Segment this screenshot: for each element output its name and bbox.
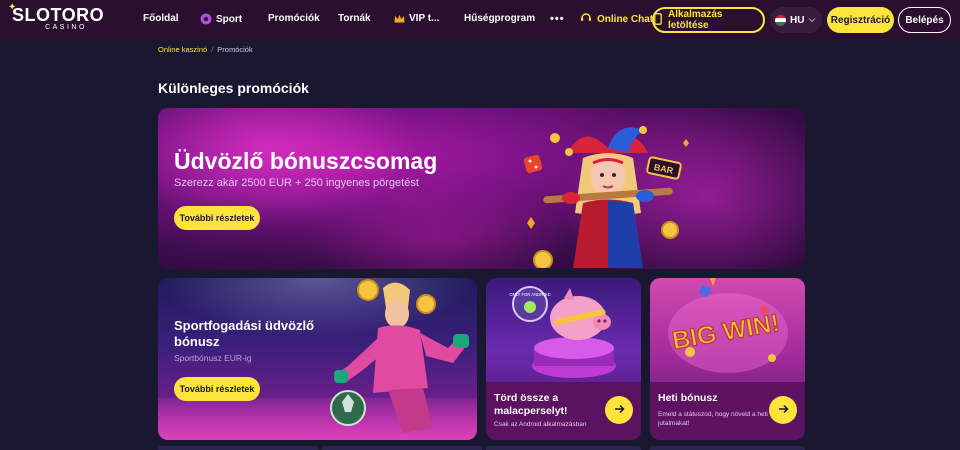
phone-icon xyxy=(654,12,662,28)
welcome-bonus-banner[interactable]: Üdvözlő bónuszcsomag Szerezz akár 2500 E… xyxy=(158,108,805,269)
online-chat-button[interactable]: Online Chat xyxy=(580,12,653,27)
sports-details-button[interactable]: További részletek xyxy=(174,377,260,401)
breadcrumb-separator: / xyxy=(211,45,214,54)
chevron-down-icon xyxy=(808,15,816,26)
next-card-edge xyxy=(650,446,805,450)
chat-icon xyxy=(580,12,592,27)
piggy-card-title: Törd össze a malacperselyt! xyxy=(494,392,568,417)
card-info-panel: Törd össze a malacperselyt! Csak az Andr… xyxy=(486,382,641,440)
hungary-flag-icon xyxy=(775,14,786,26)
logo-text: SLOTORO xyxy=(12,5,105,25)
more-menu-button[interactable]: ••• xyxy=(550,13,565,25)
weekly-card-subtitle: Emeld a státuszod, hogy növeld a heti ju… xyxy=(658,411,768,427)
nav-item-label: Hűségprogram xyxy=(464,13,536,24)
goalkeeper-illustration xyxy=(330,279,469,433)
sports-bonus-card[interactable]: Sportfogadási üdvözlő bónusz Sportbónusz… xyxy=(158,278,477,440)
banner-subtitle: Szerezz akár 2500 EUR + 250 ingyenes pör… xyxy=(174,177,419,189)
slotoro-logo[interactable]: ✦ SLOTORO CASINO xyxy=(8,2,105,34)
page-title: Különleges promóciók xyxy=(158,80,309,96)
piggy-bank-illustration: ONLY FOR ANDROID xyxy=(509,286,616,378)
sports-bonus-title: Sportfogadási üdvözlő bónusz xyxy=(174,318,315,349)
jester-girl-illustration: BAR xyxy=(523,126,689,268)
only-for-android-badge-text: ONLY FOR ANDROID xyxy=(509,292,550,297)
banner-details-button[interactable]: További részletek xyxy=(174,206,260,230)
nav-item-home[interactable]: Főoldal xyxy=(143,13,179,24)
login-button[interactable]: Belépés xyxy=(898,7,951,33)
crown-icon xyxy=(394,14,405,24)
sports-bonus-subtitle: Sportbónusz EUR-ig xyxy=(174,353,252,363)
download-app-label: Alkalmazás letöltése xyxy=(668,9,723,31)
breadcrumb: Online kaszinó / Promóciók xyxy=(158,45,253,54)
nav-item-label: Sport xyxy=(216,13,243,25)
soccer-ball-icon xyxy=(200,13,212,25)
big-win-illustration: BIG WIN! xyxy=(668,278,788,373)
nav-item-label: Főoldal xyxy=(143,13,179,24)
next-card-edge xyxy=(486,446,641,450)
nav-item-sport[interactable]: Sport xyxy=(200,13,242,25)
nav-item-loyalty[interactable]: Hűségprogram xyxy=(464,13,535,24)
banner-title: Üdvözlő bónuszcsomag xyxy=(174,148,438,174)
language-label: HU xyxy=(790,14,805,26)
weekly-card-arrow-button[interactable] xyxy=(769,396,797,424)
download-app-button[interactable]: Alkalmazás letöltése xyxy=(652,7,765,33)
weekly-bonus-card[interactable]: BIG WIN! Heti bónusz Emeld a státuszod, … xyxy=(650,278,805,440)
piggy-card-subtitle: Csak az Android alkalmazásban xyxy=(494,421,587,428)
card-info-panel: Heti bónusz Emeld a státuszod, hogy növe… xyxy=(650,382,805,440)
piggy-bank-card[interactable]: ONLY FOR ANDROID Törd össze a malacperse… xyxy=(486,278,641,440)
piggy-card-arrow-button[interactable] xyxy=(605,396,633,424)
arrow-right-icon xyxy=(614,401,625,419)
nav-item-label: Tornák xyxy=(338,13,371,24)
arrow-right-icon xyxy=(778,401,789,419)
language-selector[interactable]: HU xyxy=(770,7,822,33)
nav-item-tournaments[interactable]: Tornák xyxy=(338,13,371,24)
next-card-edge xyxy=(322,446,482,450)
nav-item-vip[interactable]: VIP t... xyxy=(394,13,439,24)
nav-item-promotions[interactable]: Promóciók xyxy=(268,13,320,24)
chat-label: Online Chat xyxy=(597,14,654,25)
breadcrumb-current: Promóciók xyxy=(217,45,253,54)
sparkle-icon: ✦ xyxy=(8,2,17,13)
weekly-card-title: Heti bónusz xyxy=(658,392,718,404)
register-button[interactable]: Regisztráció xyxy=(827,7,894,33)
nav-item-label: Promóciók xyxy=(268,13,320,24)
logo-subtext: CASINO xyxy=(45,24,87,31)
top-navigation-bar: ✦ SLOTORO CASINO Főoldal Sport Promóciók… xyxy=(0,0,960,40)
breadcrumb-home-link[interactable]: Online kaszinó xyxy=(158,45,207,54)
nav-item-label: VIP t... xyxy=(409,13,440,24)
next-card-edge xyxy=(158,446,318,450)
